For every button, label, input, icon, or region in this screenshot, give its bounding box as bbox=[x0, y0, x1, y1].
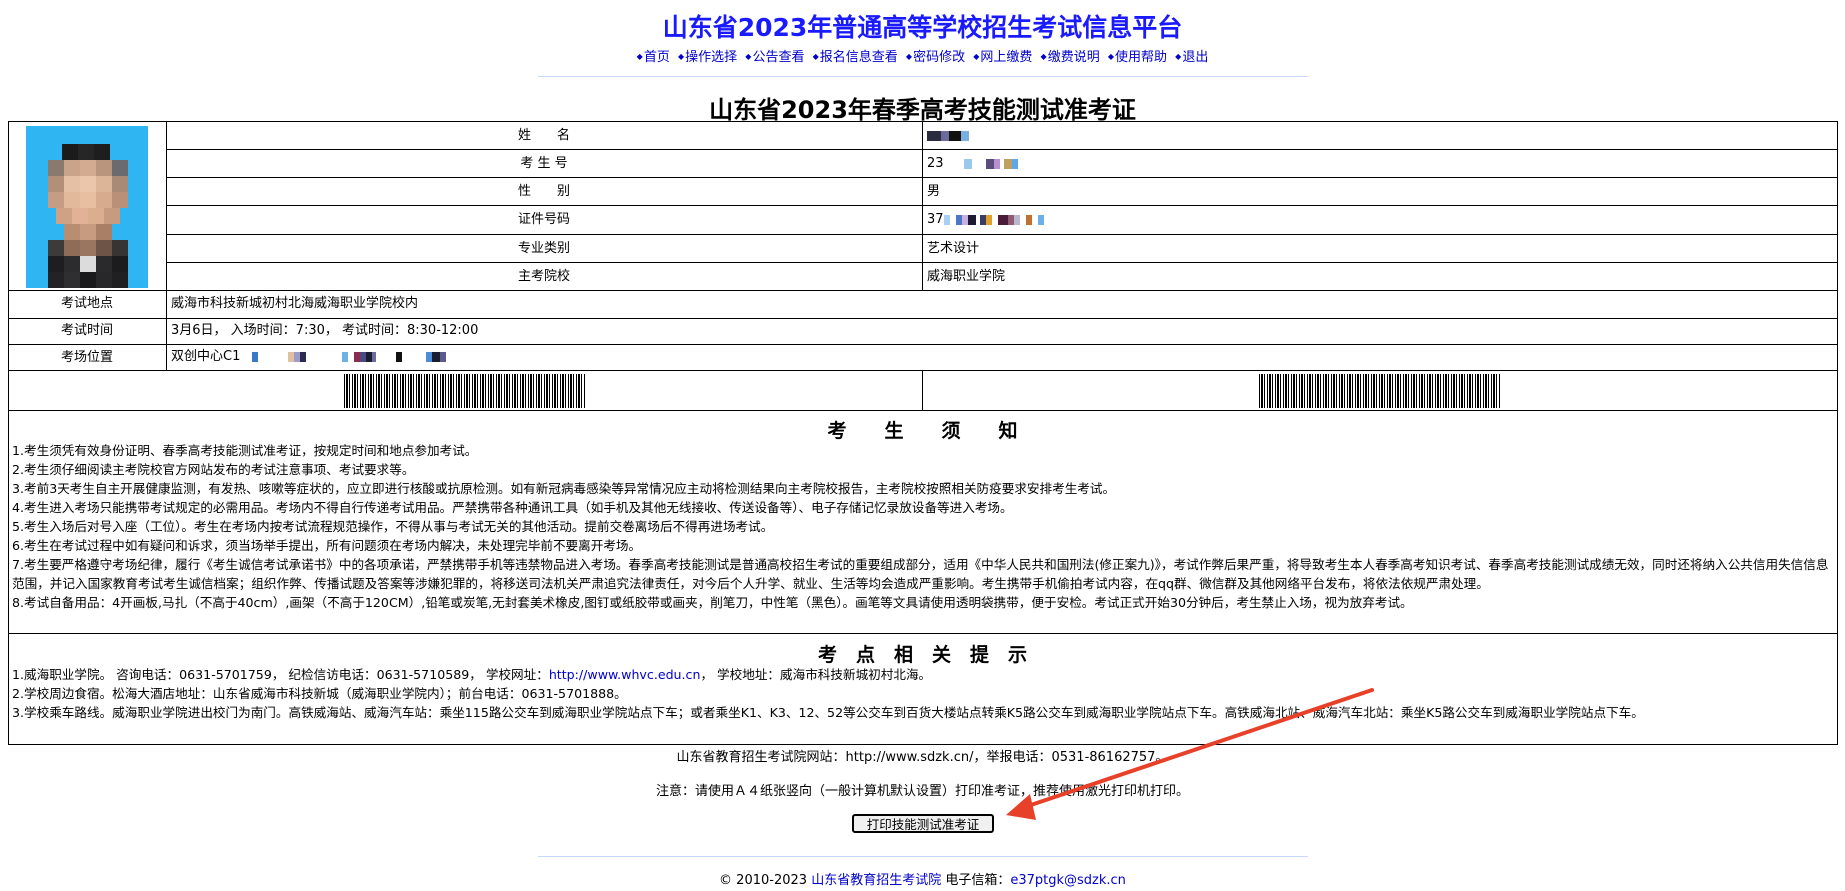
annotation-arrow-icon bbox=[1006, 688, 1374, 820]
